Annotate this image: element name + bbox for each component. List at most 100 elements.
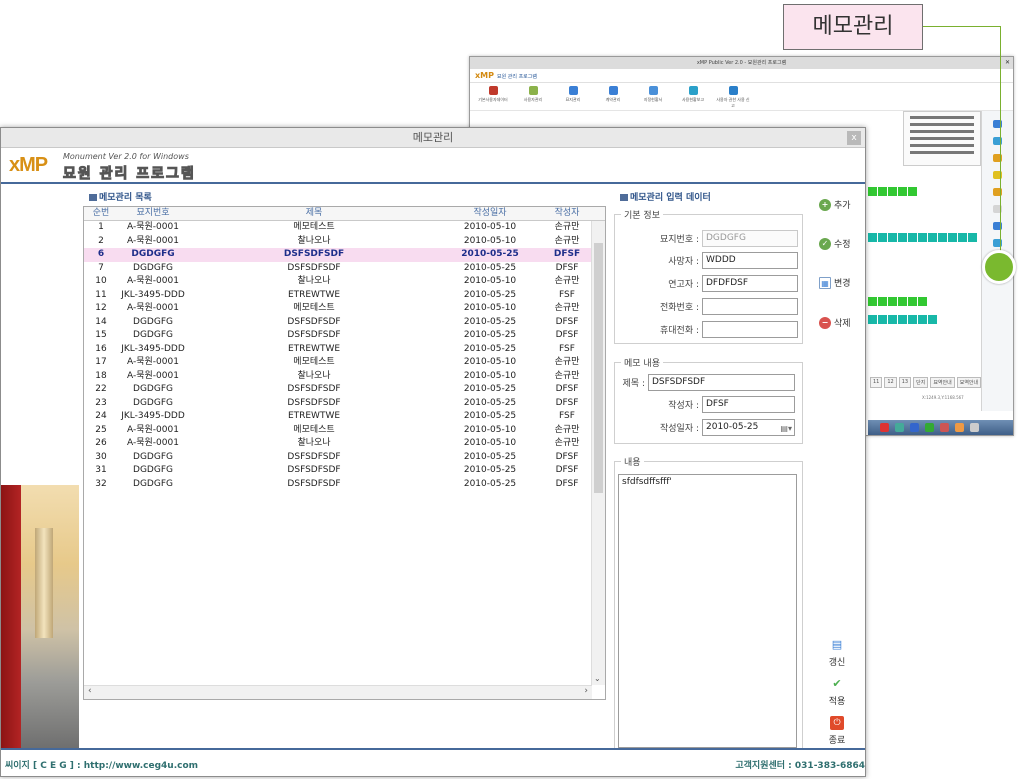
table-cell: DFSF bbox=[555, 316, 579, 327]
relative-field[interactable]: DFDFDSF bbox=[702, 275, 798, 292]
list-vertical-scrollbar[interactable]: ⌄ bbox=[591, 221, 605, 685]
table-row[interactable]: 25 A-묵원-0001 메모테스트 2010-05-10 손규만 bbox=[84, 424, 605, 438]
phone-field[interactable] bbox=[702, 298, 798, 315]
bg-grid-cells bbox=[868, 315, 937, 324]
table-row[interactable]: 26 A-묵원-0001 찰나오나 2010-05-10 손규만 bbox=[84, 437, 605, 451]
table-row[interactable]: 31 DGDGFG DSFSDFSDF 2010-05-25 DFSF bbox=[84, 464, 605, 478]
content-textarea[interactable]: sfdfsdffsfff' bbox=[618, 474, 797, 748]
bg-pager-button[interactable]: 묘역안내 bbox=[930, 377, 955, 388]
table-row[interactable]: 18 A-묵원-0001 찰나오나 2010-05-10 손규만 bbox=[84, 370, 605, 384]
bg-toolbar-item[interactable]: 사용자 권한 사용 신고 bbox=[716, 83, 750, 109]
table-cell: FSF bbox=[559, 289, 575, 300]
table-cell: ETREWTWE bbox=[287, 343, 341, 354]
bg-grid-cells bbox=[868, 187, 917, 196]
memo-content-group: 메모 내용 제목 : DSFSDFSDF 작성자 : DFSF 작성일자 : 2… bbox=[614, 356, 803, 444]
table-cell: DGDGFG bbox=[133, 384, 173, 394]
bg-toolbar-item[interactable]: 사용현황보고 bbox=[676, 83, 710, 103]
table-cell: JKL-3495-DDD bbox=[121, 289, 185, 300]
memo-content-label: 메모 내용 bbox=[621, 356, 663, 369]
list-horizontal-scrollbar[interactable]: ‹ › bbox=[84, 685, 592, 699]
grave-no-field[interactable]: DGDGFG bbox=[702, 230, 798, 247]
table-cell: 2010-05-25 bbox=[463, 316, 517, 327]
table-cell: DGDGFG bbox=[133, 316, 173, 327]
bg-pager-button[interactable]: 11 bbox=[870, 377, 883, 388]
form-section-title: 메모관리 입력 데이터 bbox=[620, 190, 711, 203]
table-cell: 2010-05-25 bbox=[463, 465, 517, 475]
bg-toolbar-item[interactable]: 사용자관리 bbox=[516, 83, 550, 103]
bg-thumbnail bbox=[903, 111, 981, 166]
table-cell: 찰나오나 bbox=[297, 276, 331, 286]
section-square-icon bbox=[620, 194, 628, 201]
table-cell: DFSF bbox=[555, 451, 579, 462]
table-row[interactable]: 32 DGDGFG DSFSDFSDF 2010-05-25 DFSF bbox=[84, 478, 605, 492]
table-row[interactable]: 22 DGDGFG DSFSDFSDF 2010-05-25 DFSF bbox=[84, 383, 605, 397]
bg-toolbar-item[interactable]: 지정현황서 bbox=[636, 83, 670, 103]
table-cell: 찰나오나 bbox=[297, 235, 331, 246]
decorative-red-strip bbox=[1, 485, 21, 748]
table-row[interactable]: 30 DGDGFG DSFSDFSDF 2010-05-25 DFSF bbox=[84, 451, 605, 465]
deceased-field[interactable]: WDDD bbox=[702, 252, 798, 269]
close-button[interactable]: ⏻ 종료 bbox=[822, 716, 852, 746]
change-button[interactable]: ▦ 변경 bbox=[819, 276, 851, 289]
table-cell: JKL-3495-DDD bbox=[121, 343, 185, 354]
table-row[interactable]: 16 JKL-3495-DDD ETREWTWE 2010-05-25 FSF bbox=[84, 343, 605, 357]
bg-pager-button[interactable]: 묘역안내 bbox=[956, 377, 982, 388]
table-cell: 찰나오나 bbox=[297, 370, 331, 381]
table-cell: 22 bbox=[95, 384, 107, 394]
table-row[interactable]: 2 A-묵원-0001 찰나오나 2010-05-10 손규만 bbox=[84, 235, 605, 249]
table-row[interactable]: 24 JKL-3495-DDD ETREWTWE 2010-05-25 FSF bbox=[84, 410, 605, 424]
apply-button[interactable]: ✔ 적용 bbox=[822, 677, 852, 707]
table-row[interactable]: 11 JKL-3495-DDD ETREWTWE 2010-05-25 FSF bbox=[84, 289, 605, 303]
memo-title-field[interactable]: DSFSDFSDF bbox=[648, 374, 795, 391]
footer-company-link[interactable]: 씨이지 [ C E G ] : http://www.ceg4u.com bbox=[5, 758, 198, 771]
table-row[interactable]: 15 DGDGFG DSFSDFSDF 2010-05-25 DFSF bbox=[84, 329, 605, 343]
table-row[interactable]: 1 A-묵원-0001 메모테스트 2010-05-10 손규만 bbox=[84, 221, 605, 235]
bg-toolbar-item[interactable]: 기본사용자데이터 bbox=[476, 83, 510, 103]
scroll-down-icon[interactable]: ⌄ bbox=[594, 674, 601, 683]
bg-toolbar-item[interactable]: 계약관리 bbox=[596, 83, 630, 103]
memo-date-field[interactable]: 2010-05-25 ▤▾ bbox=[702, 419, 795, 436]
scroll-right-icon[interactable]: › bbox=[584, 686, 588, 696]
table-row[interactable]: 12 A-묵원-0001 메모테스트 2010-05-10 손규만 bbox=[84, 302, 605, 316]
table-cell: 1 bbox=[98, 222, 104, 232]
scrollbar-thumb[interactable] bbox=[594, 243, 603, 493]
table-cell: 30 bbox=[95, 451, 107, 462]
refresh-button[interactable]: ▤ 갱신 bbox=[822, 638, 852, 668]
memo-writer-field[interactable]: DFSF bbox=[702, 396, 795, 413]
header-title[interactable]: 제목 bbox=[188, 207, 440, 220]
table-cell: 26 bbox=[95, 438, 107, 448]
bg-pager-button[interactable]: 단지 bbox=[913, 377, 929, 388]
table-cell: DSFSDFSDF bbox=[287, 465, 341, 475]
mobile-field[interactable] bbox=[702, 321, 798, 338]
check-icon: ✓ bbox=[819, 237, 831, 250]
table-row[interactable]: 10 A-묵원-0001 찰나오나 2010-05-10 손규만 bbox=[84, 275, 605, 289]
edit-button[interactable]: ✓ 수정 bbox=[819, 237, 851, 250]
header-date[interactable]: 작성일자 bbox=[440, 207, 540, 220]
bg-close-icon[interactable]: ✕ bbox=[1005, 57, 1010, 69]
table-cell: 2010-05-25 bbox=[463, 343, 517, 354]
header-writer[interactable]: 작성자 bbox=[540, 207, 594, 220]
bg-toolbar-label: 묘지관리 bbox=[565, 97, 581, 102]
bg-toolbar-icon bbox=[648, 86, 658, 95]
table-cell: DGDGFG bbox=[131, 249, 175, 259]
table-row[interactable]: 6 DGDGFG DSFSDFSDF 2010-05-25 DFSF bbox=[84, 248, 605, 262]
bg-pager-button[interactable]: 12 bbox=[884, 377, 897, 388]
scroll-left-icon[interactable]: ‹ bbox=[88, 686, 92, 696]
add-button[interactable]: + 추가 bbox=[819, 198, 851, 211]
bg-pager-button[interactable]: 13 bbox=[898, 377, 912, 388]
bg-toolbar-icon bbox=[688, 86, 698, 95]
table-row[interactable]: 17 A-묵원-0001 메모테스트 2010-05-10 손규만 bbox=[84, 356, 605, 370]
header-grave-no[interactable]: 묘지번호 bbox=[118, 207, 188, 220]
table-row[interactable]: 7 DGDGFG DSFSDFSDF 2010-05-25 DFSF bbox=[84, 262, 605, 276]
table-row[interactable]: 14 DGDGFG DSFSDFSDF 2010-05-25 DFSF bbox=[84, 316, 605, 330]
table-cell: A-묵원-0001 bbox=[127, 424, 179, 435]
chart-icon: ▦ bbox=[819, 276, 831, 289]
table-cell: 손규만 bbox=[554, 357, 580, 367]
delete-button[interactable]: − 삭제 bbox=[819, 316, 851, 329]
bg-toolbar-item[interactable]: 묘지관리 bbox=[556, 83, 590, 103]
table-row[interactable]: 23 DGDGFG DSFSDFSDF 2010-05-25 DFSF bbox=[84, 397, 605, 411]
window-close-button[interactable]: x bbox=[847, 131, 861, 145]
header-no[interactable]: 순번 bbox=[84, 207, 118, 220]
table-cell: 2010-05-25 bbox=[463, 330, 517, 340]
calendar-dropdown-icon[interactable]: ▤▾ bbox=[780, 421, 792, 436]
